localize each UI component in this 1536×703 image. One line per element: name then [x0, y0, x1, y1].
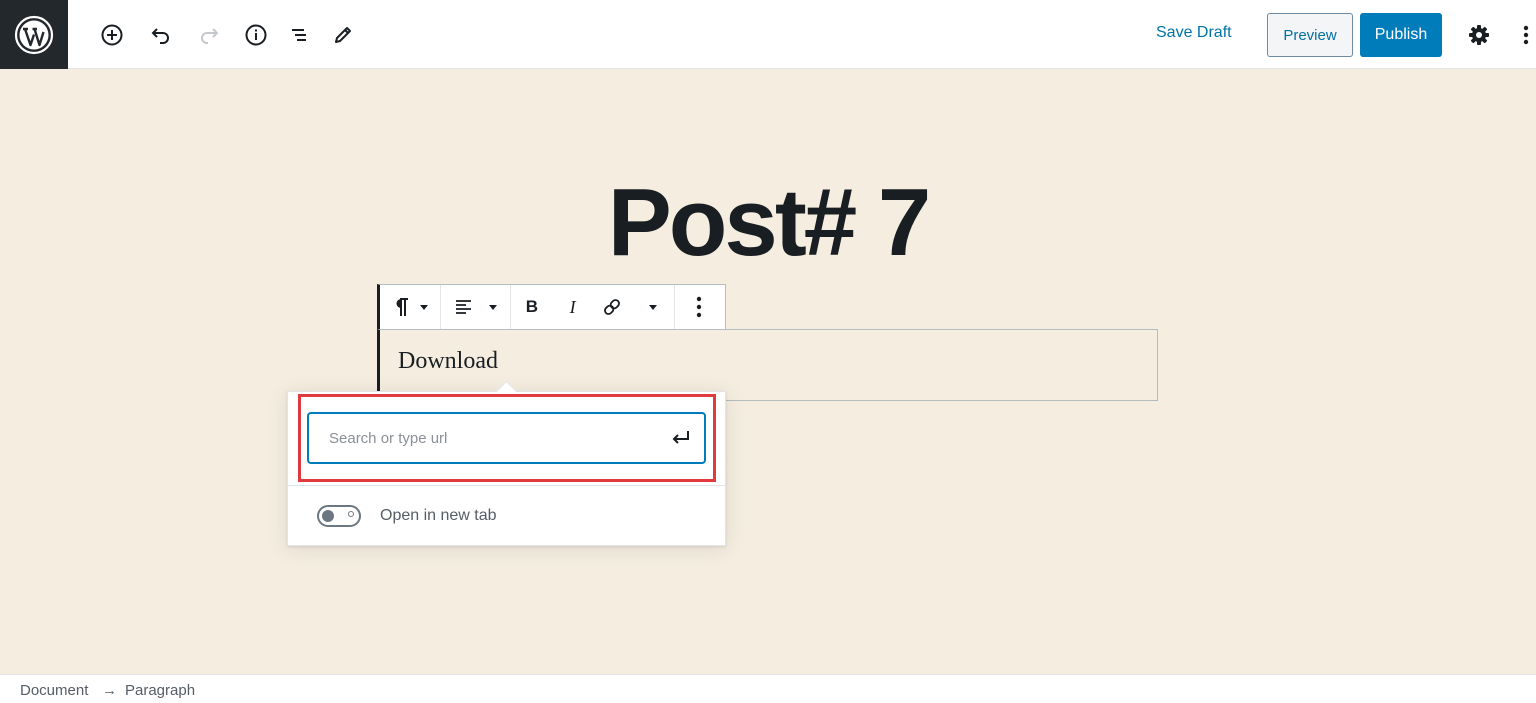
content-structure-button[interactable]: [241, 20, 271, 50]
toggle-knob: [322, 510, 334, 522]
chevron-down-icon: [488, 305, 497, 310]
tools-button[interactable]: [328, 20, 358, 50]
breadcrumb-document[interactable]: Document: [20, 682, 88, 699]
preview-button[interactable]: Preview: [1267, 13, 1353, 57]
open-new-tab-toggle[interactable]: [317, 505, 361, 527]
link-button[interactable]: [593, 285, 633, 329]
post-title[interactable]: Post# 7: [0, 168, 1536, 278]
url-search-input[interactable]: [307, 412, 706, 464]
formatting-group: B I: [511, 285, 675, 329]
vertical-ellipsis-icon: [1523, 25, 1529, 45]
block-breadcrumb-bar: Document → Paragraph: [0, 674, 1536, 703]
more-tools-button[interactable]: [1516, 20, 1536, 50]
block-navigation-icon: [292, 29, 306, 41]
chevron-down-icon: [649, 305, 658, 310]
add-block-icon: [101, 24, 123, 46]
wordpress-logo-icon: [14, 15, 54, 54]
vertical-ellipsis-icon: [696, 296, 702, 318]
editor-header: Save Draft Preview Publish: [0, 0, 1536, 69]
wordpress-logo-button[interactable]: [0, 0, 68, 69]
bold-button[interactable]: B: [511, 285, 553, 329]
toggle-off-indicator-icon: [348, 511, 354, 517]
italic-icon: I: [569, 296, 576, 317]
add-block-button[interactable]: [97, 20, 127, 50]
paragraph-icon: [396, 298, 408, 316]
link-icon: [604, 299, 621, 315]
breadcrumb-paragraph[interactable]: Paragraph: [125, 682, 195, 699]
save-draft-button[interactable]: Save Draft: [1156, 24, 1232, 42]
settings-button[interactable]: [1464, 20, 1494, 50]
align-left-icon: [455, 300, 471, 314]
open-new-tab-label[interactable]: Open in new tab: [380, 507, 497, 525]
undo-button[interactable]: [146, 20, 176, 50]
alignment-group: [441, 285, 511, 329]
apply-link-button[interactable]: [668, 426, 694, 450]
more-options-button[interactable]: [675, 285, 723, 329]
enter-return-icon: [672, 431, 689, 444]
more-rich-text-controls-button[interactable]: [632, 285, 674, 329]
info-icon: [245, 24, 267, 46]
redo-button[interactable]: [194, 20, 224, 50]
redo-icon: [201, 28, 219, 44]
breadcrumb-separator-icon: →: [102, 682, 117, 699]
block-toolbar: B I: [377, 284, 726, 330]
block-type-group: [380, 285, 441, 329]
gear-icon: [1469, 25, 1489, 45]
block-navigation-button[interactable]: [284, 20, 314, 50]
undo-icon: [151, 28, 169, 44]
change-alignment-button[interactable]: [441, 285, 510, 329]
more-options-group: [675, 285, 723, 329]
popover-divider: [288, 485, 725, 486]
italic-button[interactable]: I: [553, 285, 593, 329]
pencil-icon: [335, 27, 351, 43]
block-type-switcher-button[interactable]: [380, 285, 440, 329]
chevron-down-icon: [420, 305, 428, 310]
bold-icon: B: [525, 297, 539, 316]
paragraph-text[interactable]: Download: [398, 348, 498, 375]
publish-button[interactable]: Publish: [1360, 13, 1442, 57]
